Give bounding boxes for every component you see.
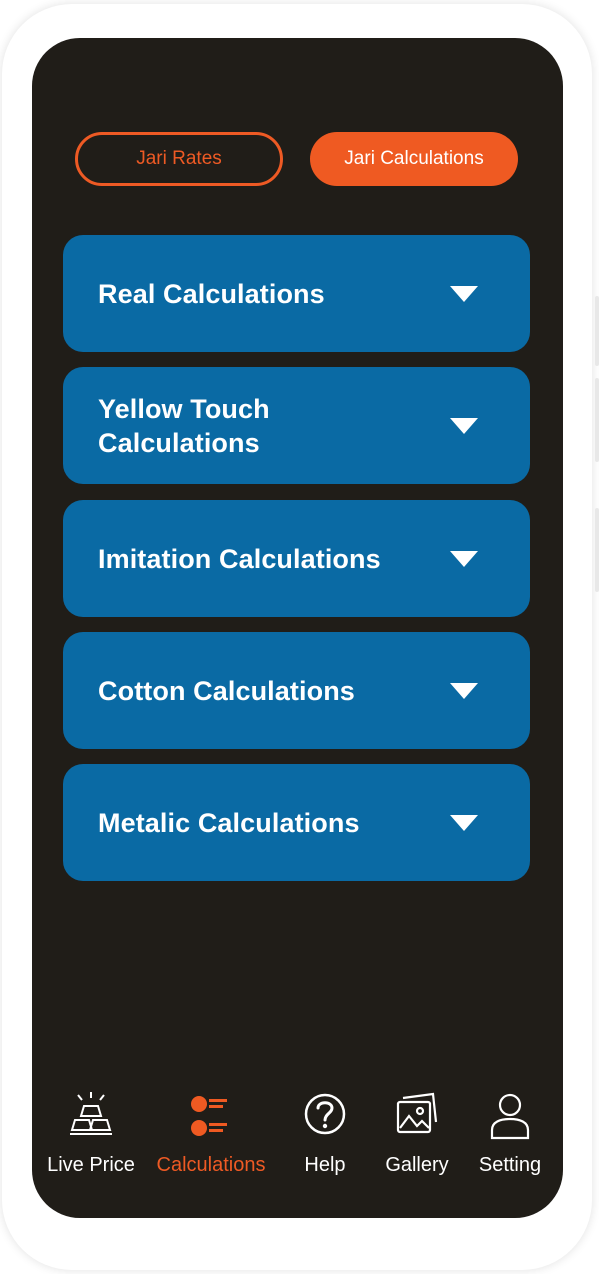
caret-down-icon [450, 417, 478, 434]
accordion-label: Imitation Calculations [98, 543, 381, 574]
accordion-real-calculations[interactable]: Real Calculations [63, 235, 530, 352]
caret-down-icon [450, 682, 478, 699]
tab-jari-calculations[interactable]: Jari Calculations [310, 132, 518, 186]
top-tabs: Jari Rates Jari Calculations [75, 132, 518, 188]
nav-label: Calculations [156, 1154, 266, 1176]
gold-bars-icon [70, 1092, 112, 1135]
caret-down-icon [450, 814, 478, 831]
accordion-label: Metalic Calculations [98, 807, 360, 838]
caret-down-icon [450, 550, 478, 567]
side-button [595, 508, 599, 592]
accordion-label: Yellow Touch Calculations [98, 393, 270, 458]
bottom-nav: Live Price Calculations Help Gallery Set… [32, 1090, 563, 1190]
accordion-imitation-calculations[interactable]: Imitation Calculations [63, 500, 530, 617]
nav-calculations[interactable]: Calculations [156, 1090, 266, 1190]
user-icon [490, 1093, 530, 1140]
nav-label: Setting [478, 1154, 542, 1176]
nav-setting[interactable]: Setting [455, 1090, 563, 1190]
gallery-icon [396, 1092, 438, 1134]
accordion-label: Real Calculations [98, 278, 325, 309]
accordion-yellow-touch-calculations[interactable]: Yellow Touch Calculations [63, 367, 530, 484]
nav-live-price[interactable]: Live Price [36, 1090, 146, 1190]
nav-label: Live Price [47, 1154, 135, 1176]
caret-down-icon [450, 285, 478, 302]
question-icon [304, 1093, 346, 1135]
accordion-cotton-calculations[interactable]: Cotton Calculations [63, 632, 530, 749]
side-button [595, 378, 599, 462]
app-screen: Jari Rates Jari Calculations Real Calcul… [32, 38, 563, 1218]
accordion-metalic-calculations[interactable]: Metalic Calculations [63, 764, 530, 881]
list-icon [191, 1096, 227, 1136]
side-button [595, 296, 599, 366]
accordion-label: Cotton Calculations [98, 675, 355, 706]
tab-jari-rates[interactable]: Jari Rates [75, 132, 283, 186]
